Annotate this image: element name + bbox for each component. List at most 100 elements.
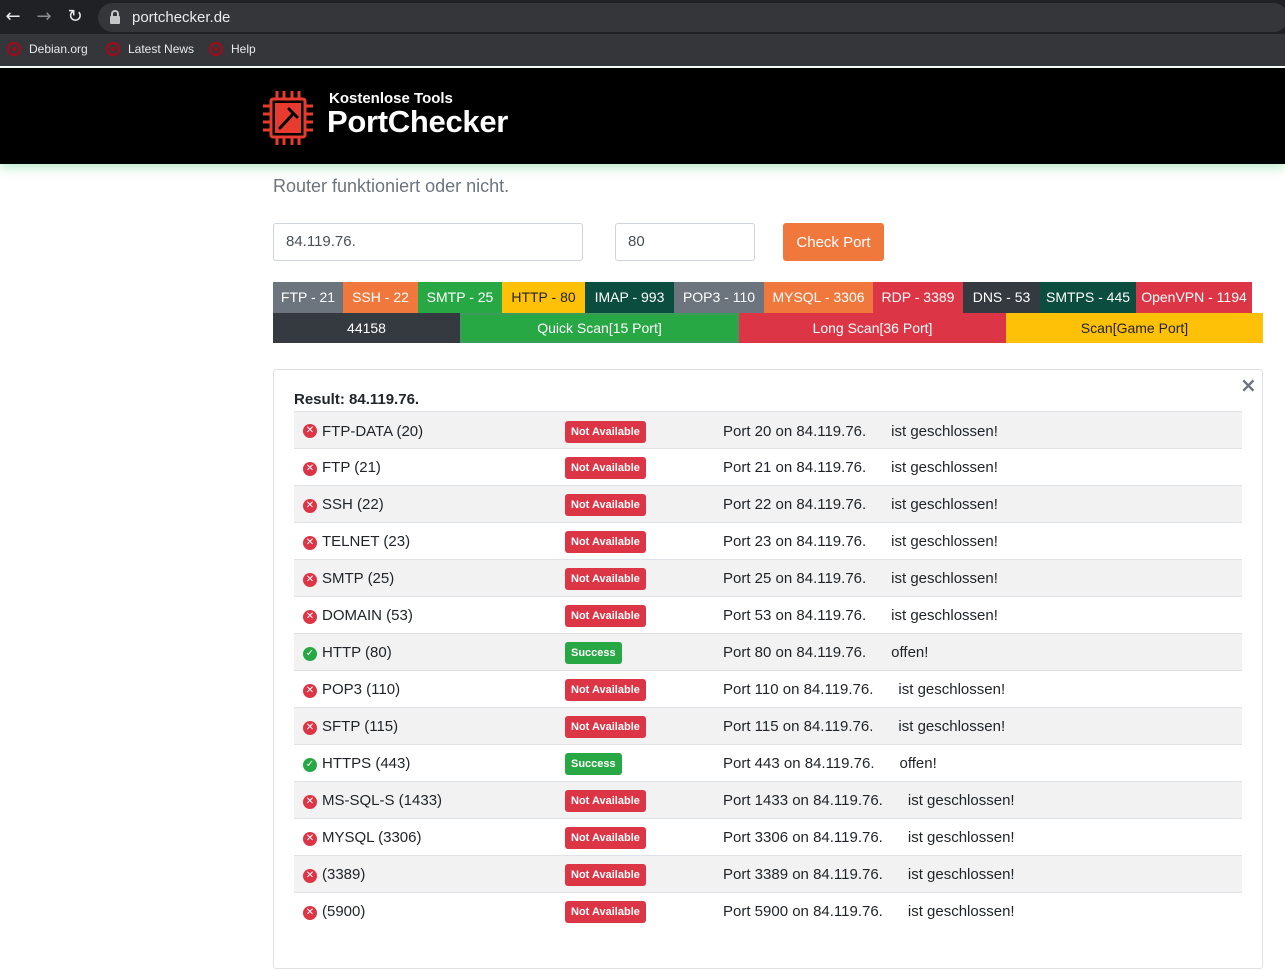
bookmark-debian[interactable]: Debian.org bbox=[7, 42, 88, 56]
result-message: Port 443 on 84.119.76. offen! bbox=[723, 755, 937, 772]
quick-port-button[interactable]: SMTP - 25 bbox=[418, 282, 502, 313]
reload-icon[interactable]: ↻ bbox=[64, 6, 86, 28]
service-name: (3389) bbox=[322, 866, 366, 883]
quick-port-button[interactable]: MYSQL - 3306 bbox=[764, 282, 873, 313]
lock-icon bbox=[110, 10, 120, 24]
intro-text: Router funktioniert oder nicht. bbox=[273, 176, 510, 196]
port-input[interactable]: 80 bbox=[615, 223, 755, 261]
service-name: POP3 (110) bbox=[322, 681, 401, 698]
scan-button[interactable]: Long Scan[36 Port] bbox=[739, 313, 1006, 343]
status-badge: Not Available bbox=[565, 457, 646, 479]
service-name: MS-SQL-S (1433) bbox=[322, 792, 443, 809]
result-message: Port 22 on 84.119.76. ist geschlossen! bbox=[723, 496, 998, 513]
quick-port-button[interactable]: DNS - 53 bbox=[963, 282, 1040, 313]
table-row: ✕ MYSQL (3306) Not Available Port 3306 on 8… bbox=[294, 818, 1242, 855]
x-circle-icon: ✕ bbox=[303, 499, 317, 513]
status-badge: Not Available bbox=[565, 494, 646, 516]
service-name: MYSQL (3306) bbox=[322, 829, 422, 846]
status-badge: Not Available bbox=[565, 531, 646, 553]
bookmark-label: Latest News bbox=[128, 42, 195, 56]
table-row: ✓ HTTPS (443) Success Port 443 on 84.119.76… bbox=[294, 744, 1242, 781]
x-circle-icon: ✕ bbox=[303, 536, 317, 550]
address-bar[interactable]: portchecker.de bbox=[98, 3, 1285, 32]
table-row: ✕ DOMAIN (53) Not Available Port 53 on 84.1… bbox=[294, 596, 1242, 633]
table-row: ✕ (5900) Not Available Port 5900 on 84.119.… bbox=[294, 892, 1242, 929]
check-port-button[interactable]: Check Port bbox=[783, 223, 884, 261]
service-name: SFTP (115) bbox=[322, 718, 399, 735]
status-badge: Not Available bbox=[565, 864, 646, 886]
result-message: Port 115 on 84.119.76. ist geschlossen! bbox=[723, 718, 1006, 735]
result-message: Port 21 on 84.119.76. ist geschlossen! bbox=[723, 459, 998, 476]
service-name: SMTP (25) bbox=[322, 570, 395, 587]
status-badge: Not Available bbox=[565, 421, 646, 443]
browser-toolbar: ← → ↻ portchecker.de bbox=[0, 0, 1285, 34]
status-badge: Not Available bbox=[565, 568, 646, 590]
result-message: Port 1433 on 84.119.76. ist geschlossen! bbox=[723, 792, 1015, 809]
quick-port-button[interactable]: RDP - 3389 bbox=[873, 282, 963, 313]
service-name: DOMAIN (53) bbox=[322, 607, 413, 624]
quick-port-button[interactable]: FTP - 21 bbox=[273, 282, 343, 313]
x-circle-icon: ✕ bbox=[303, 869, 317, 883]
table-row: ✕ SMTP (25) Not Available Port 25 on 84.119… bbox=[294, 559, 1242, 596]
service-name: SSH (22) bbox=[322, 496, 384, 513]
scan-button[interactable]: Quick Scan[15 Port] bbox=[460, 313, 739, 343]
table-row: ✕ POP3 (110) Not Available Port 110 on 84.1… bbox=[294, 670, 1242, 707]
result-message: Port 3389 on 84.119.76. ist geschlossen! bbox=[723, 866, 1015, 883]
result-message: Port 80 on 84.119.76. offen! bbox=[723, 644, 929, 661]
x-circle-icon: ✕ bbox=[303, 684, 317, 698]
x-circle-icon: ✕ bbox=[303, 462, 317, 476]
back-arrow-icon[interactable]: ← bbox=[2, 6, 24, 28]
bookmarks-bar: Debian.org Latest News Help bbox=[0, 34, 1285, 66]
status-badge: Not Available bbox=[565, 827, 646, 849]
result-message: Port 110 on 84.119.76. ist geschlossen! bbox=[723, 681, 1006, 698]
quick-port-button[interactable]: SMTPS - 445 bbox=[1040, 282, 1136, 313]
service-name: FTP (21) bbox=[322, 459, 381, 476]
status-badge: Success bbox=[565, 753, 622, 775]
check-circle-icon: ✓ bbox=[303, 758, 317, 772]
forward-arrow-icon[interactable]: → bbox=[33, 6, 55, 28]
site-header: Kostenlose Tools PortChecker bbox=[0, 68, 1285, 164]
x-circle-icon: ✕ bbox=[303, 424, 317, 438]
status-badge: Not Available bbox=[565, 679, 646, 701]
check-circle-icon: ✓ bbox=[303, 647, 317, 661]
service-name: (5900) bbox=[322, 903, 366, 920]
result-table: ✕ FTP-DATA (20) Not Available Port 20 on 84… bbox=[294, 411, 1242, 929]
quick-port-buttons: FTP - 21 SSH - 22 SMTP - 25 HTTP - 80 IMAP -… bbox=[273, 282, 1252, 313]
debian-swirl-icon bbox=[7, 42, 21, 56]
bookmark-latest-news[interactable]: Latest News bbox=[106, 42, 194, 56]
service-name: HTTP (80) bbox=[322, 644, 392, 661]
address-url: portchecker.de bbox=[132, 9, 231, 26]
logo-title[interactable]: PortChecker bbox=[327, 104, 508, 140]
status-badge: Not Available bbox=[565, 716, 646, 738]
table-row: ✕ FTP (21) Not Available Port 21 on 84.119.… bbox=[294, 448, 1242, 485]
quick-port-button[interactable]: SSH - 22 bbox=[343, 282, 418, 313]
bookmark-help[interactable]: Help bbox=[209, 42, 256, 56]
bookmark-label: Debian.org bbox=[29, 42, 88, 56]
quick-port-button[interactable]: POP3 - 110 bbox=[674, 282, 764, 313]
quick-port-button[interactable]: IMAP - 993 bbox=[585, 282, 674, 313]
result-title: Result: 84.119.76. bbox=[294, 391, 420, 408]
close-icon[interactable]: × bbox=[1240, 373, 1257, 397]
x-circle-icon: ✕ bbox=[303, 721, 317, 735]
x-circle-icon: ✕ bbox=[303, 795, 317, 809]
service-name: TELNET (23) bbox=[322, 533, 411, 550]
ip-address-input[interactable]: 84.119.76. bbox=[273, 223, 583, 261]
x-circle-icon: ✕ bbox=[303, 610, 317, 624]
x-circle-icon: ✕ bbox=[303, 832, 317, 846]
table-row: ✕ (3389) Not Available Port 3389 on 84.119.… bbox=[294, 855, 1242, 892]
result-message: Port 53 on 84.119.76. ist geschlossen! bbox=[723, 607, 998, 624]
bookmark-label: Help bbox=[231, 42, 256, 56]
service-name: FTP-DATA (20) bbox=[322, 423, 424, 440]
table-row: ✕ MS-SQL-S (1433) Not Available Port 1433 o… bbox=[294, 781, 1242, 818]
scan-button[interactable]: 44158 bbox=[273, 313, 460, 343]
table-row: ✕ TELNET (23) Not Available Port 23 on 84.1… bbox=[294, 522, 1242, 559]
quick-port-button[interactable]: OpenVPN - 1194 bbox=[1136, 282, 1252, 313]
table-row: ✕ SFTP (115) Not Available Port 115 on 84.1… bbox=[294, 707, 1242, 744]
table-row: ✕ SSH (22) Not Available Port 22 on 84.119.… bbox=[294, 485, 1242, 522]
table-row: ✕ FTP-DATA (20) Not Available Port 20 on 84… bbox=[294, 411, 1242, 448]
scan-button[interactable]: Scan[Game Port] bbox=[1006, 313, 1263, 343]
chip-hammer-logo-icon[interactable] bbox=[262, 90, 314, 146]
x-circle-icon: ✕ bbox=[303, 573, 317, 587]
quick-port-button[interactable]: HTTP - 80 bbox=[502, 282, 585, 313]
status-badge: Success bbox=[565, 642, 622, 664]
